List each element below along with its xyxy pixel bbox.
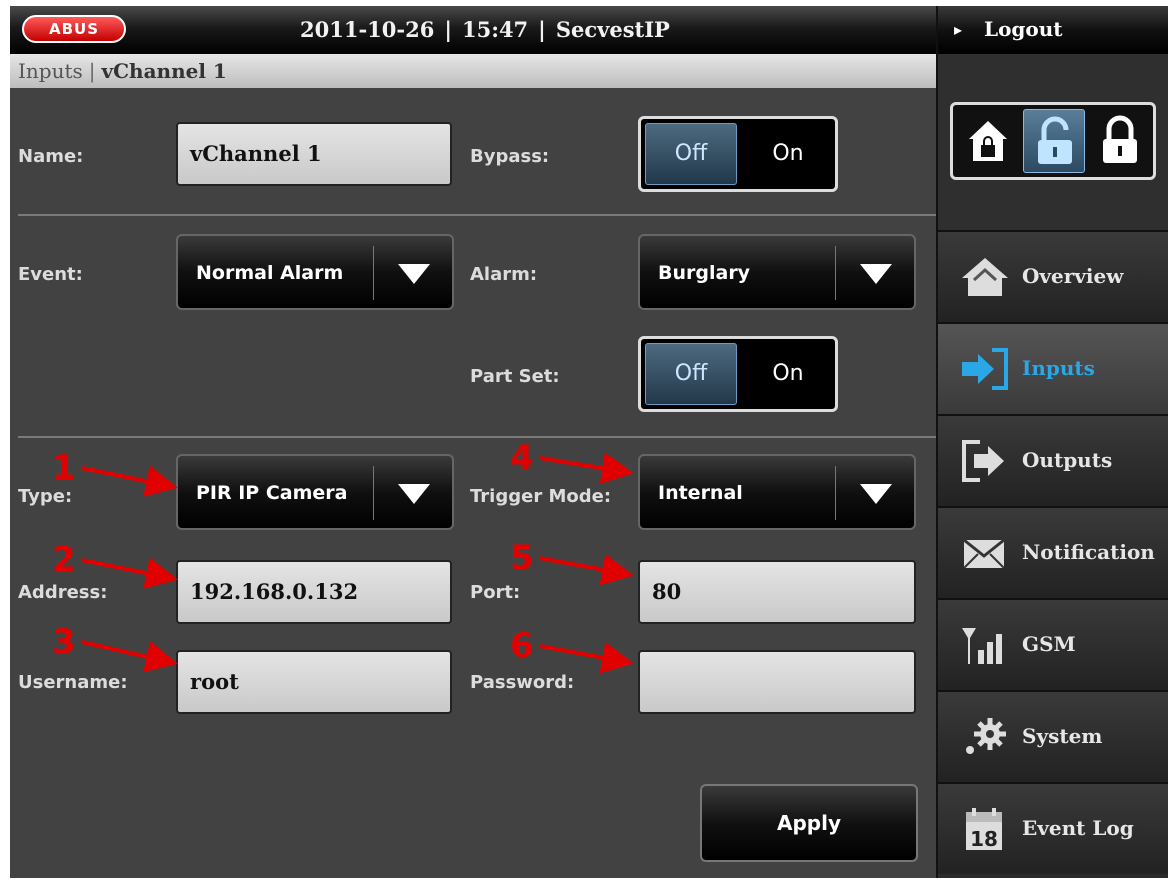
logout-button[interactable]: ▸ Logout <box>936 6 1168 54</box>
annotation-marker-4: 4 <box>510 438 534 478</box>
calendar-icon: 18 <box>966 808 1002 851</box>
sidebar-item-outputs[interactable]: Outputs <box>938 414 1168 506</box>
section-divider <box>18 214 936 216</box>
partset-label: Part Set: <box>470 366 560 387</box>
calendar-day: 18 <box>970 827 998 851</box>
annotation-marker-2: 2 <box>52 540 76 580</box>
bypass-label: Bypass: <box>470 146 550 167</box>
dropdown-separator <box>835 246 836 300</box>
sidebar-item-system[interactable]: System <box>938 690 1168 782</box>
port-label: Port: <box>470 582 521 603</box>
chevron-down-icon <box>860 264 892 284</box>
signal-icon <box>962 628 1002 664</box>
address-input[interactable]: 192.168.0.132 <box>176 560 452 624</box>
house-icon <box>962 258 1008 296</box>
username-label: Username: <box>18 672 128 693</box>
alarm-select[interactable]: Burglary <box>638 234 916 310</box>
type-label: Type: <box>18 486 73 507</box>
open-lock-icon <box>1038 116 1072 164</box>
logout-arrow-icon: ▸ <box>954 20 963 39</box>
annotation-marker-1: 1 <box>52 448 76 488</box>
sidebar-item-notification[interactable]: Notification <box>938 506 1168 598</box>
annotation-marker-6: 6 <box>510 626 534 666</box>
breadcrumb: Inputs | vChannel 1 <box>10 54 936 88</box>
top-bar: ABUS 2011-10-26 | 15:47 | SecvestIP <box>10 6 936 54</box>
sidebar-item-event-log[interactable]: 18 Event Log <box>938 782 1168 874</box>
header-separator: | <box>444 17 452 42</box>
header-date: 2011-10-26 <box>300 17 435 42</box>
outputs-icon <box>962 440 1004 482</box>
alarm-selected-value: Burglary <box>658 262 751 284</box>
sidebar-item-inputs[interactable]: Inputs <box>938 322 1168 414</box>
sidebar-item-label: Overview <box>1022 264 1124 288</box>
section-divider <box>18 436 936 438</box>
sidebar-item-label: GSM <box>1022 632 1076 656</box>
app-window: ABUS 2011-10-26 | 15:47 | SecvestIP ▸ Logout… <box>10 6 1168 878</box>
envelope-icon <box>963 538 1005 569</box>
house-lock-icon <box>969 121 1007 161</box>
header-separator: | <box>538 17 546 42</box>
bypass-toggle[interactable]: Off On <box>638 116 838 192</box>
header-info: 2011-10-26 | 15:47 | SecvestIP <box>300 6 670 54</box>
sidebar-item-label: System <box>1022 724 1103 748</box>
full-set-button[interactable] <box>1089 109 1151 173</box>
address-label: Address: <box>18 582 108 603</box>
bypass-on-option[interactable]: On <box>743 123 833 185</box>
unset-button[interactable] <box>957 109 1019 173</box>
trigger-mode-label: Trigger Mode: <box>470 486 612 507</box>
trigger-mode-select[interactable]: Internal <box>638 454 916 530</box>
dropdown-separator <box>835 466 836 520</box>
chevron-down-icon <box>398 484 430 504</box>
password-input[interactable] <box>638 650 916 714</box>
password-label: Password: <box>470 672 575 693</box>
breadcrumb-section[interactable]: Inputs <box>18 59 83 83</box>
apply-button[interactable]: Apply <box>700 784 918 862</box>
alarm-label: Alarm: <box>470 264 538 285</box>
dropdown-separator <box>373 246 374 300</box>
name-input[interactable]: vChannel 1 <box>176 122 452 186</box>
event-selected-value: Normal Alarm <box>196 262 344 284</box>
annotation-marker-3: 3 <box>52 622 76 662</box>
partset-toggle[interactable]: Off On <box>638 336 838 412</box>
event-select[interactable]: Normal Alarm <box>176 234 454 310</box>
chevron-down-icon <box>398 264 430 284</box>
sidebar: Overview Inputs Outputs Notification GSM… <box>936 54 1168 878</box>
breadcrumb-current: vChannel 1 <box>101 59 227 83</box>
part-set-button[interactable] <box>1023 109 1085 173</box>
sidebar-item-label: Inputs <box>1022 356 1095 380</box>
breadcrumb-separator: | <box>88 59 96 83</box>
header-time: 15:47 <box>461 17 529 42</box>
sidebar-item-gsm[interactable]: GSM <box>938 598 1168 690</box>
sidebar-item-label: Notification <box>1022 540 1155 564</box>
partset-off-option[interactable]: Off <box>645 343 737 405</box>
trigger-mode-selected-value: Internal <box>658 482 743 504</box>
sidebar-item-label: Event Log <box>1022 816 1134 840</box>
sidebar-item-label: Outputs <box>1022 448 1113 472</box>
annotation-marker-5: 5 <box>510 538 534 578</box>
type-select[interactable]: PIR IP Camera <box>176 454 454 530</box>
partset-on-option[interactable]: On <box>743 343 833 405</box>
port-input[interactable]: 80 <box>638 560 916 624</box>
event-label: Event: <box>18 264 83 285</box>
chevron-down-icon <box>860 484 892 504</box>
username-input[interactable]: root <box>176 650 452 714</box>
header-product: SecvestIP <box>555 17 670 42</box>
sidebar-item-overview[interactable]: Overview <box>938 230 1168 322</box>
closed-lock-icon <box>1103 115 1137 163</box>
arm-state-selector[interactable] <box>950 102 1156 180</box>
input-settings-form: Name: vChannel 1 Bypass: Off On Event: N… <box>10 88 936 878</box>
name-label: Name: <box>18 146 84 167</box>
bypass-off-option[interactable]: Off <box>645 123 737 185</box>
logout-label: Logout <box>984 17 1063 41</box>
type-selected-value: PIR IP Camera <box>196 482 348 504</box>
abus-logo: ABUS <box>22 15 126 43</box>
dropdown-separator <box>373 466 374 520</box>
arm-state-panel <box>938 54 1168 230</box>
inputs-icon <box>962 348 1008 390</box>
gear-icon <box>966 718 1006 754</box>
